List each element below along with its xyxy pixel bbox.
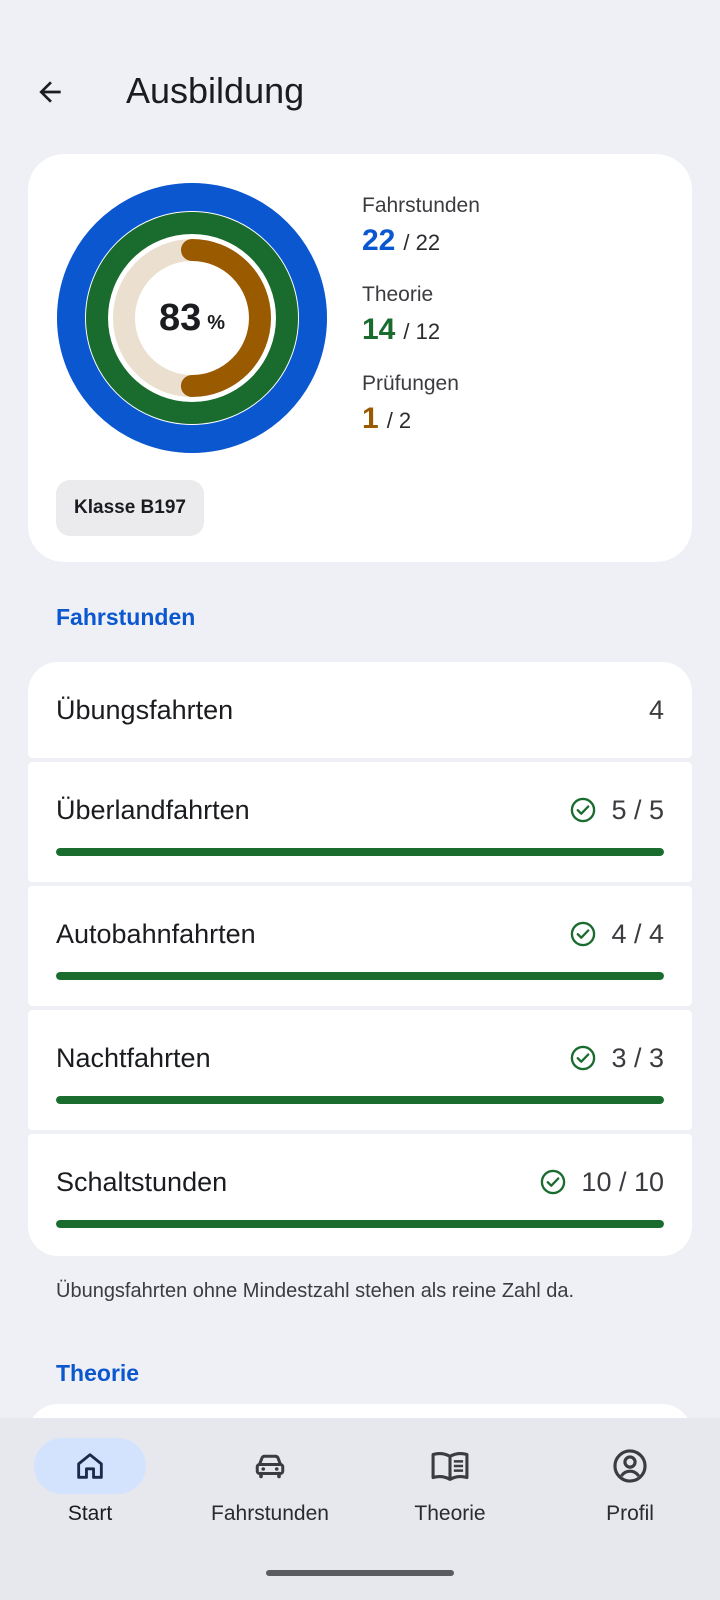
nav-label: Theorie xyxy=(414,1502,486,1525)
progress-bar-fill xyxy=(56,848,664,856)
percent-unit: % xyxy=(207,311,226,334)
bottom-navigation: Start Fahrstunden Theorie Profil xyxy=(0,1418,720,1600)
nav-item-fahrstunden[interactable]: Fahrstunden xyxy=(180,1418,360,1538)
book-icon xyxy=(431,1451,469,1481)
license-class-chip[interactable]: Klasse B197 xyxy=(56,480,204,536)
check-circle-icon xyxy=(569,920,597,948)
check-circle-icon xyxy=(569,796,597,824)
stat-theorie: Theorie 14 / 12 xyxy=(362,283,662,372)
back-button[interactable] xyxy=(26,68,74,116)
stat-label: Theorie xyxy=(362,283,434,306)
nav-item-profil[interactable]: Profil xyxy=(540,1418,720,1538)
overall-percent: 83 xyxy=(158,296,202,339)
stat-label: Fahrstunden xyxy=(362,194,480,217)
list-item-nachtfahrten[interactable]: Nachtfahrten 3 / 3 xyxy=(28,1010,692,1130)
item-label: Nachtfahrten xyxy=(56,1042,211,1073)
top-app-bar: Ausbildung xyxy=(0,60,720,124)
profile-icon xyxy=(613,1449,647,1483)
progress-bar-fill xyxy=(56,972,664,980)
stat-value: 22 xyxy=(362,224,396,257)
section-title-fahrstunden: Fahrstunden xyxy=(56,604,196,630)
section-title-theorie: Theorie xyxy=(56,1360,140,1386)
item-label: Schaltstunden xyxy=(56,1166,228,1197)
progress-bar xyxy=(56,972,664,980)
arrow-left-icon xyxy=(39,81,61,103)
stat-value: 14 xyxy=(362,313,396,346)
gesture-home-indicator[interactable] xyxy=(266,1570,454,1576)
overall-progress: 83 % xyxy=(56,182,328,454)
stat-label: Prüfungen xyxy=(362,372,459,395)
item-label: Überlandfahrten xyxy=(56,794,250,825)
lesson-list: Übungsfahrten 4 Überlandfahrten 5 / 5 Au… xyxy=(28,662,692,1256)
nav-item-theorie[interactable]: Theorie xyxy=(360,1418,540,1538)
progress-summary-card: 83 % Fahrstunden 22 / 22 Theorie 14 / 12… xyxy=(28,154,692,562)
list-item-ueberlandfahrten[interactable]: Überlandfahrten 5 / 5 xyxy=(28,762,692,882)
item-value: 3 / 3 xyxy=(611,1042,664,1073)
stat-value: 1 xyxy=(362,402,379,435)
progress-bar xyxy=(56,1096,664,1104)
item-value: 4 xyxy=(648,694,664,725)
list-item-schaltstunden[interactable]: Schaltstunden 10 / 10 xyxy=(28,1134,692,1256)
page-title: Ausbildung xyxy=(126,70,305,111)
nav-label: Fahrstunden xyxy=(211,1502,329,1525)
item-label: Übungsfahrten xyxy=(56,694,234,725)
item-value: 4 / 4 xyxy=(611,918,664,949)
list-footnote: Übungsfahrten ohne Mindestzahl stehen al… xyxy=(56,1280,575,1302)
item-value: 10 / 10 xyxy=(581,1166,664,1197)
stat-fahrstunden: Fahrstunden 22 / 22 xyxy=(362,194,662,283)
list-item-autobahnfahrten[interactable]: Autobahnfahrten 4 / 4 xyxy=(28,886,692,1006)
list-item-uebungsfahrten[interactable]: Übungsfahrten 4 xyxy=(28,662,692,758)
nav-active-indicator xyxy=(34,1438,146,1494)
stat-total: / 12 xyxy=(403,319,441,344)
check-circle-icon xyxy=(569,1044,597,1072)
stat-total: / 2 xyxy=(386,408,412,433)
progress-bar-fill xyxy=(56,1220,664,1228)
progress-bar xyxy=(56,1220,664,1228)
home-icon xyxy=(77,1453,103,1479)
item-value: 5 / 5 xyxy=(611,794,664,825)
nav-label: Profil xyxy=(606,1502,654,1525)
item-label: Autobahnfahrten xyxy=(56,918,256,949)
stat-total: / 22 xyxy=(403,230,441,255)
check-circle-icon xyxy=(539,1168,567,1196)
progress-bar xyxy=(56,848,664,856)
nav-item-start[interactable]: Start xyxy=(0,1418,180,1538)
car-icon xyxy=(255,1454,285,1479)
progress-bar-fill xyxy=(56,1096,664,1104)
stat-pruefungen: Prüfungen 1 / 2 xyxy=(362,372,662,461)
stats-list: Fahrstunden 22 / 22 Theorie 14 / 12 Prüf… xyxy=(362,194,662,461)
nav-label: Start xyxy=(67,1502,113,1525)
